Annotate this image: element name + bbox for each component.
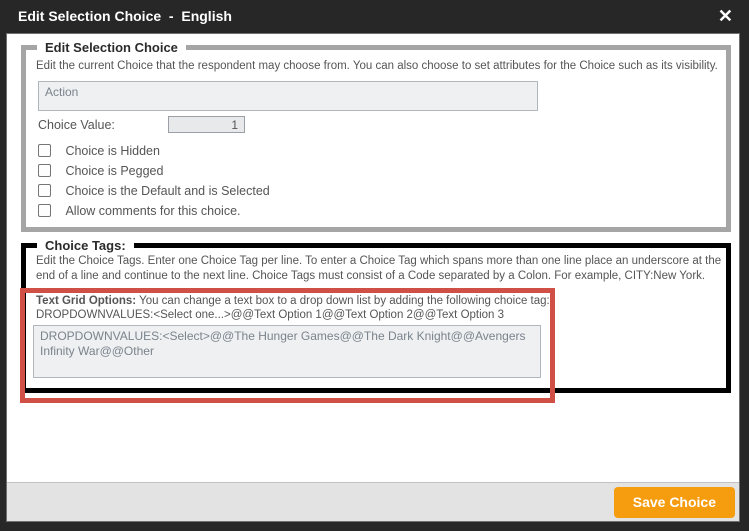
text-grid-options-note: Text Grid Options: You can change a text… <box>36 294 550 322</box>
dialog-content: Edit Selection Choice Edit the current C… <box>6 33 740 522</box>
checkbox-row-hidden: Choice is Hidden <box>38 142 160 158</box>
choice-value-row: Choice Value: <box>38 116 245 134</box>
save-choice-button[interactable]: Save Choice <box>613 487 735 518</box>
edit-section-legend: Edit Selection Choice <box>37 40 186 55</box>
allow-comments-checkbox[interactable] <box>38 204 51 218</box>
close-icon[interactable]: ✕ <box>718 4 733 28</box>
choice-value-input[interactable] <box>168 116 245 133</box>
choice-default-checkbox[interactable] <box>38 184 51 198</box>
text-grid-options-text: You can change a text box to a drop down… <box>136 295 550 307</box>
edit-selection-choice-section: Edit Selection Choice Edit the current C… <box>21 40 731 232</box>
text-grid-options-label: Text Grid Options: <box>36 295 137 307</box>
choice-text-input[interactable]: Action <box>38 81 538 111</box>
choice-pegged-checkbox[interactable] <box>38 164 51 178</box>
choice-tags-legend: Choice Tags: <box>37 238 134 253</box>
dialog-title: Edit Selection Choice - English <box>18 8 232 24</box>
text-grid-options-example: DROPDOWNVALUES:<Select one...>@@Text Opt… <box>36 309 505 321</box>
choice-tags-description: Edit the Choice Tags. Enter one Choice T… <box>36 255 722 282</box>
choice-pegged-label: Choice is Pegged <box>65 163 164 178</box>
choice-default-label: Choice is the Default and is Selected <box>65 183 270 198</box>
choice-value-label: Choice Value: <box>38 118 115 132</box>
choice-hidden-checkbox[interactable] <box>38 144 51 158</box>
checkbox-row-comments: Allow comments for this choice. <box>38 202 241 218</box>
edit-section-description: Edit the current Choice that the respond… <box>36 60 718 72</box>
dialog-titlebar: Edit Selection Choice - English ✕ <box>0 0 749 33</box>
edit-selection-choice-dialog: Edit Selection Choice - English ✕ Edit S… <box>0 0 749 531</box>
checkbox-row-default: Choice is the Default and is Selected <box>38 182 270 198</box>
allow-comments-label: Allow comments for this choice. <box>65 203 241 218</box>
choice-tags-input[interactable]: DROPDOWNVALUES:<Select>@@The Hunger Game… <box>33 325 541 378</box>
choice-tags-section: Choice Tags: Edit the Choice Tags. Enter… <box>21 238 731 393</box>
checkbox-row-pegged: Choice is Pegged <box>38 162 164 178</box>
dialog-footer: Save Choice <box>7 482 739 521</box>
choice-hidden-label: Choice is Hidden <box>65 143 160 158</box>
